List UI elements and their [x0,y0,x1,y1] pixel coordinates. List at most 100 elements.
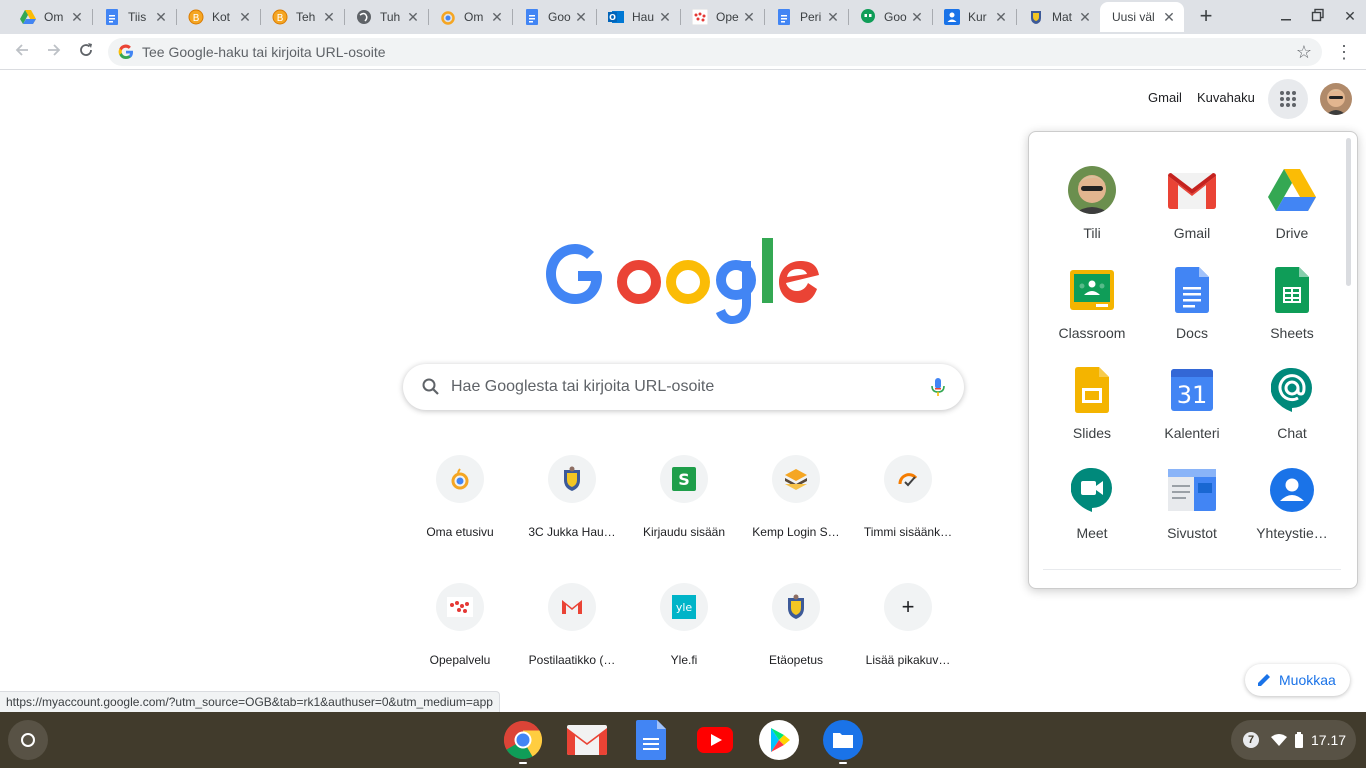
tab-12[interactable]: Kur ✕ [932,2,1016,32]
tab-5[interactable]: Tuh ✕ [344,2,428,32]
launcher-circle-icon [21,733,35,747]
minimize-window-button[interactable] [1277,8,1295,26]
forward-button[interactable] [42,40,66,64]
clock: 17.17 [1311,732,1347,748]
shortcut-3c-jukka[interactable]: 3C Jukka Hau… [516,455,628,567]
contacts-icon [944,9,960,25]
omnibox[interactable]: ☆ [108,38,1322,66]
shortcut-add[interactable]: + Lisää pikakuv… [852,583,964,695]
app-sites[interactable]: Sivustot [1146,466,1238,550]
new-tab-button[interactable]: + [1194,5,1218,29]
close-tab-icon[interactable]: ✕ [826,10,840,24]
close-tab-icon[interactable]: ✕ [658,10,672,24]
app-slides[interactable]: Slides [1046,366,1138,450]
close-tab-icon[interactable]: ✕ [322,10,336,24]
slides-icon [1075,367,1109,413]
tab-strip: Om ✕ Tiis ✕ B Kot ✕ B Teh ✕ Tuh ✕ Om ✕ G… [0,0,1366,34]
shortcut-opepalvelu[interactable]: Opepalvelu [404,583,516,695]
reload-button[interactable] [74,40,98,64]
battery-icon [1295,732,1303,748]
orange-b-icon: B [188,9,204,25]
close-window-button[interactable]: ✕ [1341,8,1359,26]
tab-6[interactable]: Om ✕ [428,2,512,32]
microphone-icon[interactable] [928,377,948,397]
s-logo-icon: S [672,467,696,491]
youtube-icon [697,727,733,753]
account-avatar-button[interactable] [1320,83,1352,115]
close-tab-icon[interactable]: ✕ [70,10,84,24]
tab-11[interactable]: Goo ✕ [848,2,932,32]
app-chat[interactable]: Chat [1246,366,1338,450]
shelf-files[interactable] [823,720,863,764]
app-docs[interactable]: Docs [1146,266,1238,350]
close-tab-icon[interactable]: ✕ [238,10,252,24]
docs-icon [776,9,792,25]
app-drive[interactable]: Drive [1246,166,1338,250]
customize-label: Muokkaa [1279,672,1336,688]
shortcut-etaopetus[interactable]: Etäopetus [740,583,852,695]
google-apps-button[interactable] [1268,79,1308,119]
shortcut-oma-etusivu[interactable]: Oma etusivu [404,455,516,567]
close-tab-icon[interactable]: ✕ [1162,10,1176,24]
shortcut-label: Lisää pikakuv… [865,653,951,667]
shortcut-kemp[interactable]: Kemp Login S… [740,455,852,567]
close-tab-icon[interactable]: ✕ [490,10,504,24]
close-tab-icon[interactable]: ✕ [574,10,588,24]
app-label: Drive [1275,225,1309,241]
close-tab-icon[interactable]: ✕ [742,10,756,24]
shelf-play-store[interactable] [759,720,799,760]
shelf-youtube[interactable] [695,720,735,760]
shelf-gmail[interactable] [567,720,607,760]
shortcut-postilaatikko[interactable]: Postilaatikko (… [516,583,628,695]
tab-7[interactable]: Goo ✕ [512,2,596,32]
app-gmail[interactable]: Gmail [1146,166,1238,250]
tab-2[interactable]: Tiis ✕ [92,2,176,32]
chat-icon [1271,368,1312,412]
classroom-icon [1070,270,1114,310]
shortcut-kirjaudu[interactable]: S Kirjaudu sisään [628,455,740,567]
app-calendar[interactable]: 31 Kalenteri [1146,366,1238,450]
shortcut-timmi[interactable]: Timmi sisäänk… [852,455,964,567]
svg-text:O: O [609,13,616,22]
chrome-menu-button[interactable]: ⋮ [1334,40,1354,64]
bookmark-star-icon[interactable]: ☆ [1296,42,1312,63]
gmail-link[interactable]: Gmail [1148,90,1182,105]
url-input[interactable] [142,44,1242,60]
tab-10[interactable]: Peri ✕ [764,2,848,32]
close-tab-icon[interactable]: ✕ [154,10,168,24]
images-link[interactable]: Kuvahaku [1197,90,1255,105]
tab-9[interactable]: Ope ✕ [680,2,764,32]
customize-button[interactable]: Muokkaa [1245,664,1350,696]
back-button[interactable] [10,40,34,64]
plus-icon: + [901,594,915,619]
tab-1[interactable]: Om ✕ [8,2,92,32]
tab-4[interactable]: B Teh ✕ [260,2,344,32]
app-contacts[interactable]: Yhteystie… [1246,466,1338,550]
close-tab-icon[interactable]: ✕ [1078,10,1092,24]
search-box[interactable] [403,364,964,410]
app-classroom[interactable]: Classroom [1046,266,1138,350]
search-input[interactable] [451,378,911,396]
apps-scrollbar[interactable] [1346,138,1351,286]
app-meet[interactable]: Meet [1046,466,1138,550]
tab-active[interactable]: Uusi väl ✕ [1100,2,1184,32]
system-tray[interactable]: 7 17.17 [1231,720,1356,760]
tab-13[interactable]: Mat ✕ [1016,2,1100,32]
tab-8[interactable]: O Hau ✕ [596,2,680,32]
shelf-docs[interactable] [631,720,671,760]
restore-window-button[interactable] [1309,8,1327,26]
close-tab-icon[interactable]: ✕ [406,10,420,24]
close-tab-icon[interactable]: ✕ [910,10,924,24]
meet-icon [1071,468,1112,512]
shortcut-yle[interactable]: yle Yle.fi [628,583,740,695]
shortcut-label: Oma etusivu [426,525,494,539]
app-sheets[interactable]: Sheets [1246,266,1338,350]
app-account[interactable]: Tili [1046,166,1138,250]
drive-icon [20,9,36,25]
notification-count[interactable]: 7 [1243,732,1259,748]
launcher-button[interactable] [8,720,48,760]
shelf-chrome[interactable] [503,720,543,764]
shortcut-label: Etäopetus [768,653,824,667]
close-tab-icon[interactable]: ✕ [994,10,1008,24]
tab-3[interactable]: B Kot ✕ [176,2,260,32]
